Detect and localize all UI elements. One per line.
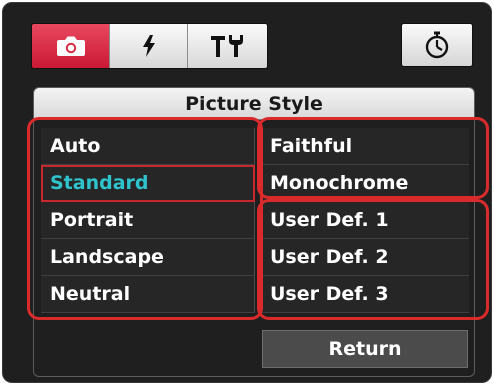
- style-option-user-def-1[interactable]: User Def. 1: [261, 202, 469, 239]
- picture-style-window: Picture Style Auto Standard Portrait Lan…: [2, 2, 492, 383]
- style-option-portrait[interactable]: Portrait: [41, 202, 255, 239]
- style-option-landscape[interactable]: Landscape: [41, 239, 255, 276]
- panel-title: Picture Style: [34, 88, 474, 120]
- style-option-monochrome[interactable]: Monochrome: [261, 165, 469, 202]
- tab-shooting[interactable]: [32, 24, 110, 68]
- tools-icon: [210, 35, 243, 57]
- camera-icon: [56, 36, 85, 56]
- style-option-user-def-3[interactable]: User Def. 3: [261, 276, 469, 313]
- tab-flash[interactable]: [110, 24, 188, 68]
- style-option-standard[interactable]: Standard: [41, 165, 255, 202]
- tab-tools[interactable]: [188, 24, 267, 68]
- return-button[interactable]: Return: [262, 330, 468, 368]
- style-option-user-def-2[interactable]: User Def. 2: [261, 239, 469, 276]
- timer-button[interactable]: [401, 23, 473, 67]
- timer-icon: [425, 31, 449, 59]
- style-option-auto[interactable]: Auto: [41, 128, 255, 165]
- picture-style-panel: Picture Style Auto Standard Portrait Lan…: [33, 87, 475, 377]
- style-option-neutral[interactable]: Neutral: [41, 276, 255, 313]
- tab-group: [31, 23, 268, 69]
- flash-icon: [142, 35, 155, 57]
- style-option-faithful[interactable]: Faithful: [261, 128, 469, 165]
